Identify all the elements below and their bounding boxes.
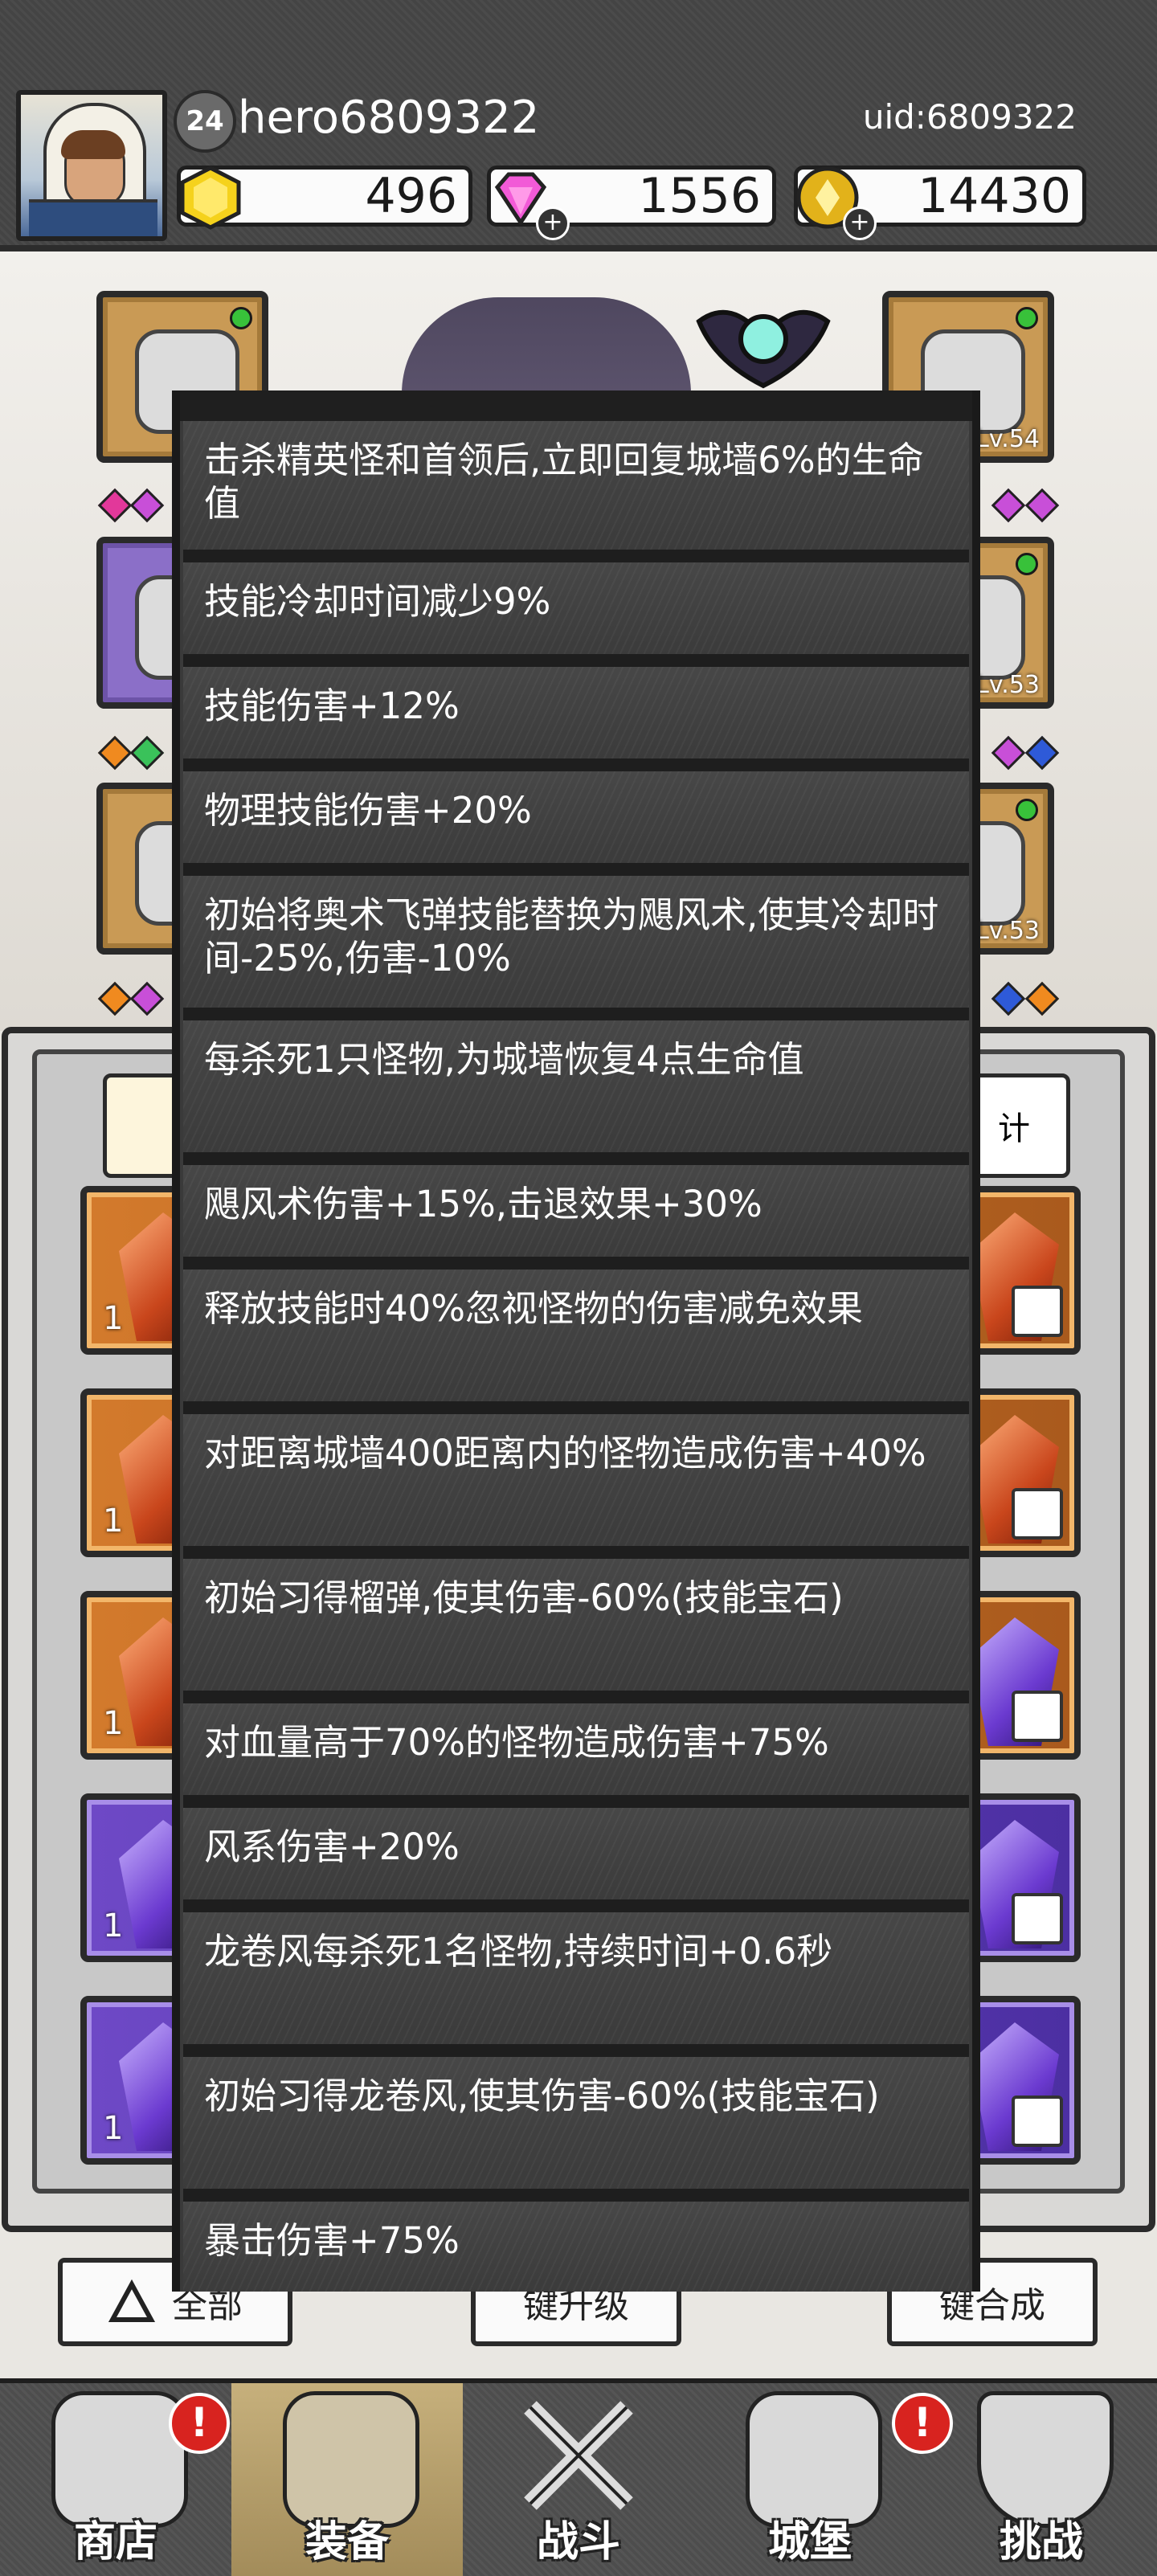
tooltip-entry: 每杀死1只怪物,为城墙恢复4点生命值 bbox=[183, 1020, 969, 1165]
tooltip-entry: 对距离城墙400距离内的怪物造成伤害+40% bbox=[183, 1414, 969, 1559]
gold-gem-value: 496 bbox=[365, 168, 457, 224]
boot-type-icon bbox=[1012, 1893, 1063, 1944]
coin-counter: + 14430 bbox=[794, 166, 1086, 240]
player-uid: uid:6809322 bbox=[862, 97, 1077, 137]
slot-level: Lv.53 bbox=[975, 917, 1040, 945]
item-count: 1 bbox=[103, 1503, 124, 1539]
tooltip-entry: 初始将奥术飞弹技能替换为飓风术,使其冷却时间-25%,伤害-10% bbox=[183, 876, 969, 1020]
add-coin-button[interactable]: + bbox=[843, 206, 877, 240]
player-username: hero6809322 bbox=[238, 92, 540, 144]
armor-type-icon bbox=[1012, 1691, 1063, 1742]
tooltip-entry: 飓风术伤害+15%,击退效果+30% bbox=[183, 1165, 969, 1270]
boot-type-icon bbox=[1012, 1286, 1063, 1337]
bottom-nav: ! 商店 装备 战斗 ! 城堡 挑战 bbox=[0, 2378, 1157, 2576]
amulet-type-icon bbox=[1012, 2096, 1063, 2147]
nav-challenge-label: 挑战 bbox=[999, 2518, 1083, 2566]
item-count: 1 bbox=[103, 1705, 124, 1742]
nav-castle-label: 城堡 bbox=[767, 2518, 852, 2566]
nav-battle-label: 战斗 bbox=[536, 2518, 620, 2566]
item-count: 1 bbox=[103, 1907, 124, 1944]
nav-castle[interactable]: ! 城堡 bbox=[694, 2383, 953, 2576]
stats-tooltip: 击杀精英怪和首领后,立即回复城墙6%的生命值 技能冷却时间减少9% 技能伤害+1… bbox=[172, 390, 980, 2292]
add-diamond-button[interactable]: + bbox=[536, 206, 570, 240]
tooltip-entry: 初始习得榴弹,使其伤害-60%(技能宝石) bbox=[183, 1559, 969, 1703]
diamond-value: 1556 bbox=[638, 168, 761, 224]
player-level-badge: 24 bbox=[174, 90, 236, 153]
nav-challenge[interactable]: 挑战 bbox=[926, 2383, 1157, 2576]
player-avatar[interactable] bbox=[16, 90, 167, 241]
nav-shop[interactable]: ! 商店 bbox=[0, 2383, 231, 2576]
tooltip-entry: 初始习得龙卷风,使其伤害-60%(技能宝石) bbox=[183, 2057, 969, 2202]
gold-gem-counter: 496 bbox=[177, 166, 472, 230]
sort-arrow-icon bbox=[108, 2279, 156, 2322]
gold-gem-icon bbox=[180, 166, 241, 230]
item-count: 1 bbox=[103, 2110, 124, 2147]
nav-battle[interactable]: 战斗 bbox=[463, 2383, 694, 2576]
slot-level: Lv.54 bbox=[975, 425, 1040, 453]
crossed-swords-icon bbox=[524, 2401, 633, 2510]
staff-ornament-icon bbox=[696, 309, 831, 389]
nav-equipment-label: 装备 bbox=[305, 2518, 389, 2566]
nav-shop-label: 商店 bbox=[73, 2518, 157, 2566]
tab-stats-label: 计 bbox=[998, 1110, 1030, 1147]
tooltip-entry: 技能伤害+12% bbox=[183, 667, 969, 771]
slot-level: Lv.53 bbox=[975, 671, 1040, 699]
shop-alert-badge: ! bbox=[169, 2393, 230, 2454]
nav-equipment[interactable]: 装备 bbox=[231, 2383, 463, 2576]
item-count: 1 bbox=[103, 1300, 124, 1337]
top-bar: 24 hero6809322 uid:6809322 496 + 1556 + … bbox=[0, 0, 1157, 251]
tooltip-entry: 龙卷风每杀死1名怪物,持续时间+0.6秒 bbox=[183, 1912, 969, 2057]
diamond-counter: + 1556 bbox=[487, 166, 776, 240]
tooltip-entry: 释放技能时40%忽视怪物的伤害减免效果 bbox=[183, 1270, 969, 1414]
tooltip-entry: 技能冷却时间减少9% bbox=[183, 562, 969, 667]
tooltip-entry: 暴击伤害+75% bbox=[183, 2202, 969, 2292]
tooltip-entry: 对血量高于70%的怪物造成伤害+75% bbox=[183, 1703, 969, 1808]
amulet-type-icon bbox=[1012, 1488, 1063, 1539]
tooltip-entry: 击杀精英怪和首领后,立即回复城墙6%的生命值 bbox=[183, 421, 969, 562]
tooltip-entry: 风系伤害+20% bbox=[183, 1808, 969, 1912]
coin-value: 14430 bbox=[918, 168, 1071, 224]
tooltip-entry: 物理技能伤害+20% bbox=[183, 771, 969, 876]
